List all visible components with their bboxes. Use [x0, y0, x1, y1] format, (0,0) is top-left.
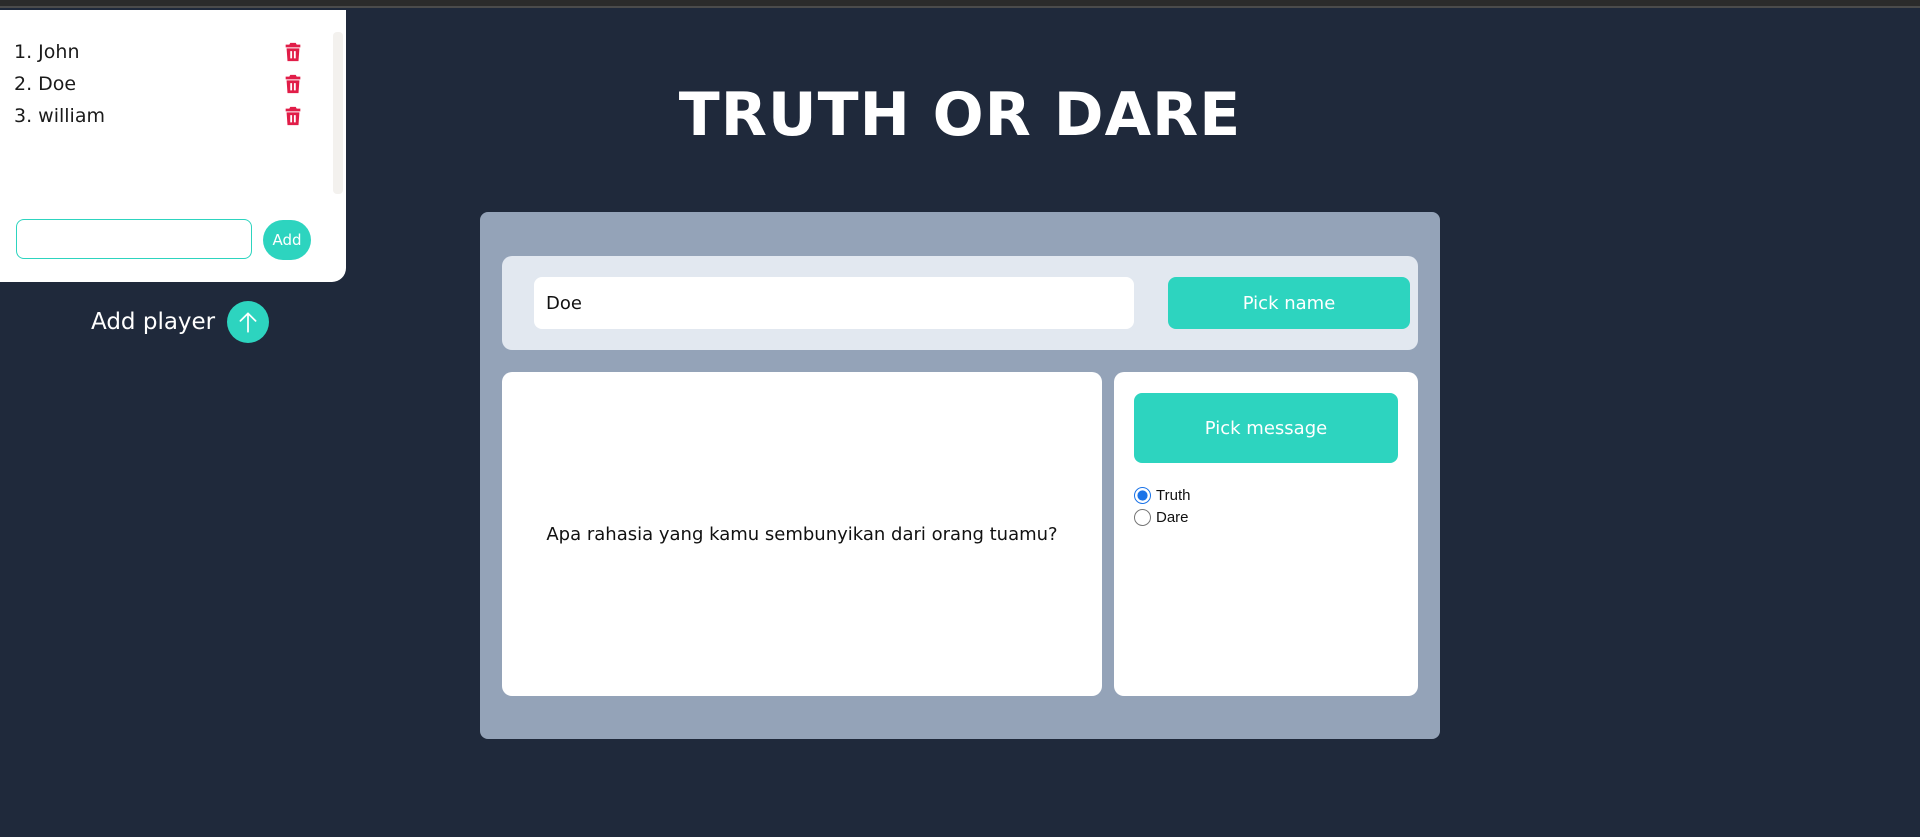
player-item: 1. John	[14, 36, 304, 68]
arrow-up-icon[interactable]	[227, 301, 270, 343]
player-name: 1. John	[14, 41, 80, 63]
mode-radio-group: Truth Dare	[1134, 484, 1190, 528]
picked-name-display: Doe	[534, 277, 1134, 329]
add-player-label: Add player	[91, 309, 216, 335]
name-bar: Doe Pick name	[502, 256, 1418, 350]
page-title: TRUTH OR DARE	[678, 80, 1242, 150]
radio-truth[interactable]: Truth	[1134, 484, 1190, 506]
radio-dare-input[interactable]	[1134, 508, 1151, 526]
player-name-input[interactable]	[16, 219, 252, 259]
add-player-row: Add player	[91, 300, 270, 344]
pick-message-button[interactable]: Pick message	[1134, 393, 1398, 463]
add-button[interactable]: Add	[263, 220, 311, 260]
radio-dare-label: Dare	[1156, 508, 1189, 526]
game-card: Doe Pick name Apa rahasia yang kamu semb…	[480, 212, 1440, 739]
message-box: Apa rahasia yang kamu sembunyikan dari o…	[502, 372, 1102, 696]
radio-truth-input[interactable]	[1134, 486, 1151, 504]
arrow-up-glyph	[239, 312, 257, 333]
radio-truth-label: Truth	[1156, 486, 1191, 504]
control-box: Pick message Truth Dare	[1114, 372, 1418, 696]
radio-dare[interactable]: Dare	[1134, 506, 1190, 528]
message-text: Apa rahasia yang kamu sembunyikan dari o…	[546, 523, 1058, 545]
pick-name-button[interactable]: Pick name	[1168, 277, 1410, 329]
trash-icon[interactable]	[282, 41, 304, 63]
app-background: 1. John 2. Doe 3. william Add Add player…	[0, 0, 1920, 837]
